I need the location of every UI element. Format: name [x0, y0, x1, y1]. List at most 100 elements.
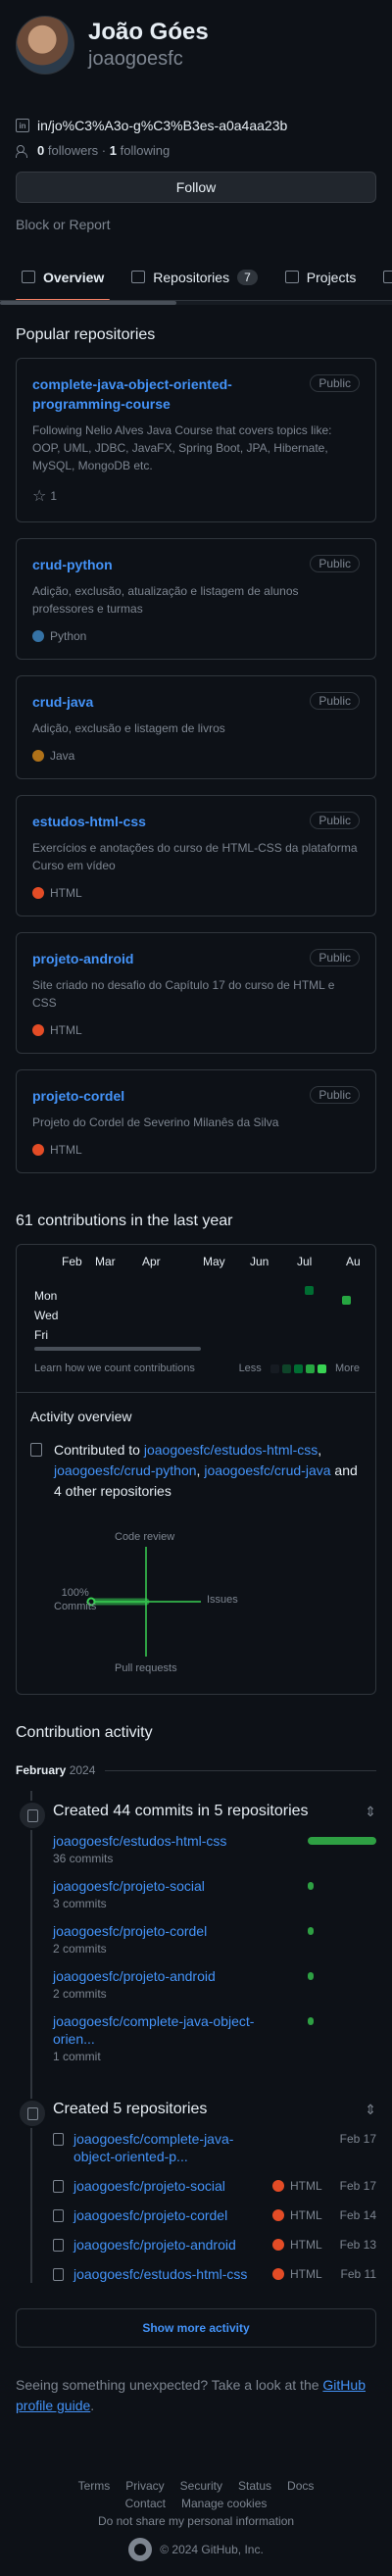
package-icon [383, 271, 392, 283]
tab-projects[interactable]: Projects [284, 254, 356, 300]
show-more-activity-button[interactable]: Show more activity [16, 2308, 376, 2348]
repo-card: projeto-android Public Site criado no de… [16, 932, 376, 1054]
repo-icon [53, 2239, 64, 2252]
commit-repo-link[interactable]: joaogoesfc/projeto-social [53, 1877, 205, 1895]
contributed-repo-link[interactable]: joaogoesfc/crud-java [204, 1462, 330, 1478]
contribution-activity-title: Contribution activity [16, 1724, 153, 1741]
commit-repo-link[interactable]: joaogoesfc/estudos-html-css [53, 1832, 226, 1850]
commit-count[interactable]: 1 commit [53, 2050, 278, 2063]
followers-count[interactable]: 0 [37, 143, 44, 158]
created-repo-row: joaogoesfc/estudos-html-css HTML Feb 11 [53, 2265, 376, 2283]
contributed-repo-link[interactable]: joaogoesfc/crud-python [54, 1462, 197, 1478]
contribution-cell[interactable] [342, 1296, 351, 1305]
commit-count[interactable]: 36 commits [53, 1852, 226, 1865]
unexpected-notice: Seeing something unexpected? Take a look… [16, 2375, 376, 2416]
repo-link[interactable]: projeto-android [32, 949, 133, 968]
calendar-legend: Less More [239, 1362, 360, 1374]
created-repo-row: joaogoesfc/projeto-social HTML Feb 17 [53, 2177, 376, 2195]
popular-repos-section: Popular repositories complete-java-objec… [0, 326, 392, 2561]
social-link[interactable]: in/jo%C3%A3o-g%C3%B3es-a0a4aa23b [37, 118, 287, 133]
fold-icon[interactable]: ⇕ [365, 1804, 376, 1820]
tab-packages[interactable] [383, 254, 392, 300]
list-comma: , [318, 1442, 322, 1458]
tab-repositories[interactable]: Repositories 7 [131, 254, 258, 300]
created-repo-link[interactable]: joaogoesfc/estudos-html-css [74, 2265, 272, 2283]
scrollbar-thumb[interactable] [0, 301, 176, 305]
activity-month-header: February 2024 [16, 1763, 376, 1777]
footer-link-privacy[interactable]: Privacy [125, 2479, 164, 2493]
repo-link[interactable]: crud-java [32, 692, 93, 712]
block-report-link[interactable]: Block or Report [16, 217, 376, 232]
repo-card: estudos-html-css Public Exercícios e ano… [16, 795, 376, 916]
footer-link-docs[interactable]: Docs [287, 2479, 314, 2493]
footer-link-cookies[interactable]: Manage cookies [181, 2497, 267, 2510]
profile-tabs: Overview Repositories 7 Projects [0, 254, 392, 301]
language-color-icon [272, 2239, 284, 2251]
footer-link-terms[interactable]: Terms [78, 2479, 111, 2493]
commit-repo-link[interactable]: joaogoesfc/projeto-android [53, 1967, 216, 1985]
commits-header: Created 44 commits in 5 repositories [53, 1803, 309, 1819]
repo-push-icon [26, 1808, 38, 1822]
contribution-cell[interactable] [305, 1286, 314, 1295]
calendar-scrollbar[interactable] [34, 1347, 201, 1351]
commit-row: joaogoesfc/projeto-cordel 2 commits [53, 1922, 376, 1956]
github-logo-icon[interactable] [128, 2538, 153, 2561]
language-label: HTML [290, 2208, 322, 2222]
footer-links: Terms Privacy Security Status Docs Conta… [16, 2479, 376, 2528]
footer-link-privacy-choices[interactable]: Do not share my personal information [98, 2514, 294, 2528]
language-color-icon [272, 2209, 284, 2221]
repo-icon [53, 2268, 64, 2281]
commit-row: joaogoesfc/projeto-android 2 commits [53, 1967, 376, 2001]
created-date: Feb 11 [340, 2267, 376, 2281]
repo-meta: HTML [32, 886, 360, 900]
created-date: Feb 14 [339, 2208, 376, 2222]
following-count[interactable]: 1 [110, 143, 117, 158]
repo-meta: HTML [32, 1143, 360, 1157]
commit-count[interactable]: 2 commits [53, 1987, 216, 2001]
social-link-row[interactable]: in in/jo%C3%A3o-g%C3%B3es-a0a4aa23b [16, 118, 376, 133]
repo-link[interactable]: projeto-cordel [32, 1086, 124, 1106]
commit-bar [308, 1972, 314, 1980]
visibility-badge: Public [310, 949, 360, 966]
commit-repo-link[interactable]: joaogoesfc/projeto-cordel [53, 1922, 207, 1940]
tabs-scrollbar[interactable] [0, 301, 392, 305]
legend-swatch [293, 1363, 303, 1373]
visibility-badge: Public [310, 1086, 360, 1104]
repo-icon [53, 2133, 64, 2146]
fold-icon[interactable]: ⇕ [365, 2102, 376, 2118]
created-repo-link[interactable]: joaogoesfc/projeto-social [74, 2177, 272, 2195]
visibility-badge: Public [310, 555, 360, 572]
profile-meta: in in/jo%C3%A3o-g%C3%B3es-a0a4aa23b 0 fo… [0, 118, 392, 232]
commit-count[interactable]: 2 commits [53, 1942, 207, 1956]
follow-button[interactable]: Follow [16, 172, 376, 203]
repo-description: Exercícios e anotações do curso de HTML-… [32, 841, 358, 872]
repo-language: HTML [272, 2267, 333, 2281]
avatar[interactable] [16, 16, 74, 74]
star-count[interactable]: 1 [50, 489, 57, 503]
repo-link[interactable]: estudos-html-css [32, 812, 146, 831]
created-repo-link[interactable]: joaogoesfc/complete-java-object-oriented… [74, 2130, 272, 2165]
contributed-repo-link[interactable]: joaogoesfc/estudos-html-css [144, 1442, 318, 1458]
repo-icon [53, 2180, 64, 2193]
learn-contributions-link[interactable]: Learn how we count contributions [34, 1362, 195, 1374]
repo-card: projeto-cordel Public Projeto do Cordel … [16, 1069, 376, 1173]
following-label[interactable]: following [121, 143, 171, 158]
footer-link-security[interactable]: Security [180, 2479, 222, 2493]
commit-row: joaogoesfc/complete-java-object-orien...… [53, 2012, 376, 2063]
timeline-badge [18, 1801, 47, 1830]
star-icon[interactable]: ☆ [32, 486, 46, 506]
repo-card: crud-python Public Adição, exclusão, atu… [16, 538, 376, 660]
tab-overview[interactable]: Overview [15, 254, 111, 300]
axis-code-review-label: Code review [115, 1531, 175, 1543]
footer-link-status[interactable]: Status [238, 2479, 271, 2493]
followers-label[interactable]: followers [48, 143, 98, 158]
created-repo-link[interactable]: joaogoesfc/projeto-cordel [74, 2206, 272, 2224]
month-label: Mar [95, 1255, 116, 1268]
commit-count[interactable]: 3 commits [53, 1897, 205, 1910]
footer-link-contact[interactable]: Contact [125, 2497, 166, 2510]
commit-repo-link[interactable]: joaogoesfc/complete-java-object-orien... [53, 2012, 278, 2048]
contributed-to: Contributed to joaogoesfc/estudos-html-c… [30, 1440, 362, 1502]
created-repo-link[interactable]: joaogoesfc/projeto-android [74, 2236, 272, 2254]
repo-link[interactable]: complete-java-object-oriented-programmin… [32, 374, 307, 414]
repo-link[interactable]: crud-python [32, 555, 113, 574]
